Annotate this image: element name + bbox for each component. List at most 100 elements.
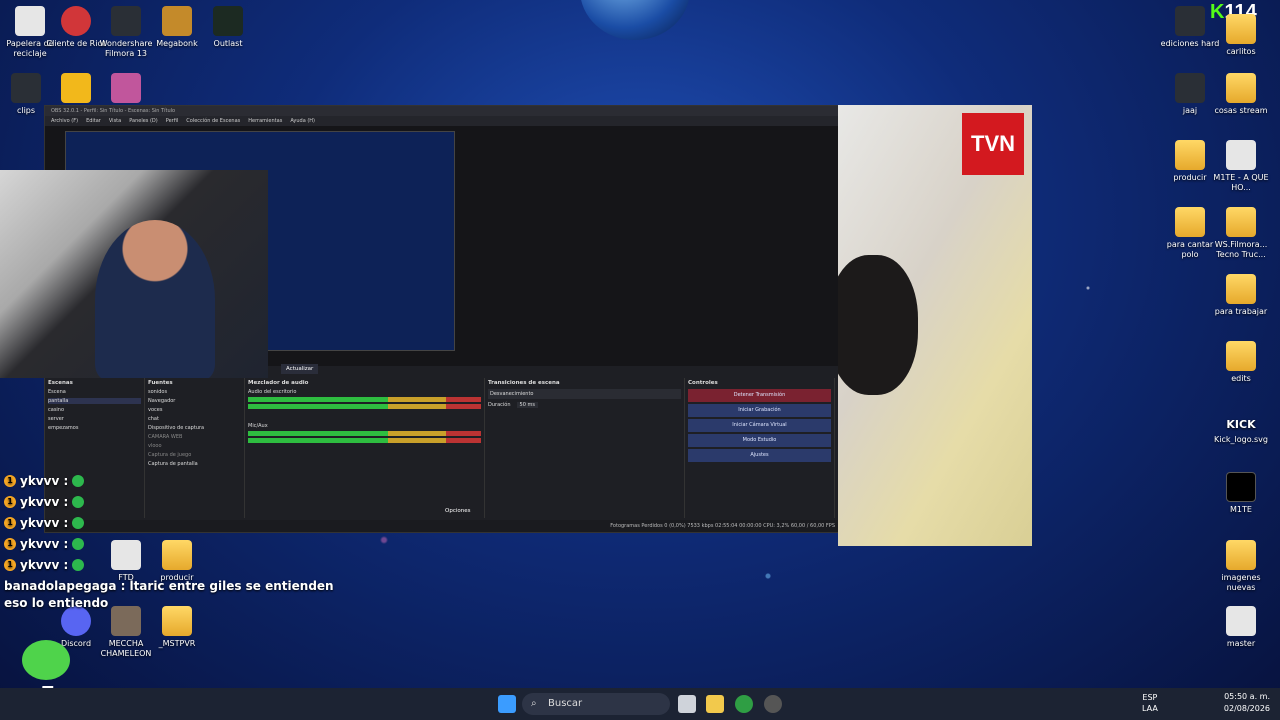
obs-title-bar: OBS 32.0.1 - Perfil: Sin Título - Escena… bbox=[45, 106, 839, 116]
desktop-icon-imagenes-nuevas[interactable]: imagenes nuevas bbox=[1211, 540, 1271, 593]
taskbar-search[interactable]: ⌕ Buscar bbox=[522, 693, 670, 715]
folder-icon bbox=[162, 606, 192, 636]
shortcut-icon bbox=[11, 73, 41, 103]
chat-message: 1 ykvvv : bbox=[4, 533, 334, 554]
start-virtual-camera-button[interactable]: Iniciar Cámara Virtual bbox=[688, 419, 831, 432]
game-icon bbox=[111, 606, 141, 636]
folder-icon bbox=[1175, 140, 1205, 170]
menu-editar[interactable]: Editar bbox=[86, 116, 101, 126]
desktop-icon-game[interactable] bbox=[96, 73, 156, 106]
desktop-icon-cosas-stream[interactable]: cosas stream bbox=[1211, 73, 1271, 116]
folder-icon bbox=[1226, 341, 1256, 371]
scene-item[interactable]: casino bbox=[48, 407, 141, 413]
scene-item[interactable]: pantalla bbox=[48, 398, 141, 404]
desktop-icon-master[interactable]: master bbox=[1211, 606, 1271, 649]
chat-message: eso lo entiendo bbox=[4, 596, 109, 610]
task-view-icon[interactable] bbox=[678, 695, 696, 713]
desktop-icon-edits[interactable]: edits bbox=[1211, 341, 1271, 384]
source-item[interactable]: chat bbox=[148, 416, 241, 422]
riot-icon bbox=[61, 6, 91, 36]
video-icon bbox=[1226, 140, 1256, 170]
menu-archivo[interactable]: Archivo (F) bbox=[51, 116, 78, 126]
transitions-panel: Transiciones de escena Desvanecimiento D… bbox=[485, 378, 685, 518]
taskbar: ⌕ Buscar ESP LAA 05:50 a. m. 02/08/2026 bbox=[0, 688, 1280, 720]
source-item[interactable]: Navegador bbox=[148, 398, 241, 404]
folder-icon bbox=[1226, 274, 1256, 304]
mixer-track-name: Mic/Aux bbox=[248, 423, 268, 429]
desktop-icon-para-trabajar[interactable]: para trabajar bbox=[1211, 274, 1271, 317]
windows-start-icon[interactable] bbox=[498, 695, 516, 713]
folder-icon bbox=[1175, 207, 1205, 237]
obs-icon[interactable] bbox=[764, 695, 782, 713]
menu-vista[interactable]: Vista bbox=[109, 116, 121, 126]
desktop-icon-outlast[interactable]: Outlast bbox=[198, 6, 258, 49]
verified-icon bbox=[72, 495, 85, 508]
chat-message: 1 ykvvv : bbox=[4, 470, 334, 491]
tvn-video-overlay: TVN bbox=[838, 105, 1032, 546]
settings-button[interactable]: Ajustes bbox=[688, 449, 831, 462]
mixer-track-name: Audio del escritorio bbox=[248, 389, 297, 395]
emote-icon bbox=[22, 640, 70, 680]
source-item[interactable]: Dispositivo de captura bbox=[148, 425, 241, 431]
chat-message: 1 ykvvv : bbox=[4, 554, 334, 575]
scenes-header: Escenas bbox=[48, 380, 73, 386]
file-explorer-icon[interactable] bbox=[706, 695, 724, 713]
verified-icon bbox=[72, 558, 85, 571]
source-item[interactable]: CAMARA WEB bbox=[148, 434, 241, 440]
folder-icon bbox=[1226, 73, 1256, 103]
desktop-icon-m1te[interactable]: M1TE bbox=[1211, 472, 1271, 515]
start-recording-button[interactable]: Iniciar Grabación bbox=[688, 404, 831, 417]
system-clock[interactable]: 05:50 a. m. 02/08/2026 bbox=[1224, 691, 1270, 715]
language-indicator[interactable]: ESP LAA bbox=[1142, 692, 1158, 714]
menu-paneles[interactable]: Paneles (D) bbox=[129, 116, 158, 126]
sources-header: Fuentes bbox=[148, 380, 173, 386]
source-item[interactable]: Captura de juego bbox=[148, 452, 241, 458]
menu-herramientas[interactable]: Herramientas bbox=[248, 116, 282, 126]
sub-badge-icon: 1 bbox=[4, 474, 16, 487]
menu-ayuda[interactable]: Ayuda (H) bbox=[290, 116, 315, 126]
transitions-header: Transiciones de escena bbox=[488, 380, 560, 386]
transition-select[interactable]: Desvanecimiento bbox=[488, 389, 681, 399]
update-button[interactable]: Actualizar bbox=[281, 364, 319, 374]
desktop-icon-mstpvr[interactable]: _MSTPVR bbox=[147, 606, 207, 649]
chat-overlay: 1 ykvvv : 1 ykvvv : 1 ykvvv : 1 ykvvv : 1 ykv… bbox=[4, 470, 334, 610]
desktop-icon-ws-filmora[interactable]: WS.Filmora... Tecno Truc... bbox=[1211, 207, 1271, 260]
menu-coleccion-escenas[interactable]: Colección de Escenas bbox=[186, 116, 240, 126]
source-item[interactable]: voces bbox=[148, 407, 241, 413]
webcam-overlay bbox=[0, 170, 268, 378]
obs-menu-bar: Archivo (F) Editar Vista Paneles (D) Per… bbox=[45, 116, 839, 126]
duration-label: Duración bbox=[488, 402, 511, 408]
tvn-logo: TVN bbox=[962, 113, 1024, 175]
chrome-icon[interactable] bbox=[735, 695, 753, 713]
studio-mode-button[interactable]: Modo Estudio bbox=[688, 434, 831, 447]
outlast-icon bbox=[213, 6, 243, 36]
sub-badge-icon: 1 bbox=[4, 537, 16, 550]
scene-item[interactable]: Escena bbox=[48, 389, 141, 395]
scene-item[interactable]: empezamos bbox=[48, 425, 141, 431]
video-icon bbox=[1226, 606, 1256, 636]
filmora-icon bbox=[111, 6, 141, 36]
megabonk-icon bbox=[162, 6, 192, 36]
verified-icon bbox=[72, 516, 85, 529]
chat-message: 1 ykvvv : bbox=[4, 512, 334, 533]
desktop-icon-carlitos[interactable]: carlitos bbox=[1211, 14, 1271, 57]
stop-streaming-button[interactable]: Detener Transmisión bbox=[688, 389, 831, 402]
source-item[interactable]: vlooo bbox=[148, 443, 241, 449]
source-item[interactable]: sonidos bbox=[148, 389, 241, 395]
streamer-person bbox=[95, 220, 215, 378]
folder-icon bbox=[1226, 207, 1256, 237]
menu-perfil[interactable]: Perfil bbox=[166, 116, 179, 126]
folder-icon bbox=[1226, 540, 1256, 570]
source-item[interactable]: Captura de pantalla bbox=[148, 461, 241, 467]
options-button[interactable]: Opciones bbox=[445, 508, 470, 514]
audio-meter bbox=[248, 438, 481, 443]
video-icon bbox=[1226, 472, 1256, 502]
rockstar-icon bbox=[61, 73, 91, 103]
discord-icon bbox=[61, 606, 91, 636]
desktop-icon-m1te-video[interactable]: M1TE - A QUE HO... bbox=[1211, 140, 1271, 193]
desktop-icon-kick-logo[interactable]: KICK Kick_logo.svg bbox=[1211, 419, 1271, 445]
duration-input[interactable]: 50 ms bbox=[516, 402, 538, 408]
chat-message: banadolapegaga : ltaric entre giles se en… bbox=[4, 578, 334, 593]
scene-item[interactable]: server bbox=[48, 416, 141, 422]
verified-icon bbox=[72, 474, 85, 487]
